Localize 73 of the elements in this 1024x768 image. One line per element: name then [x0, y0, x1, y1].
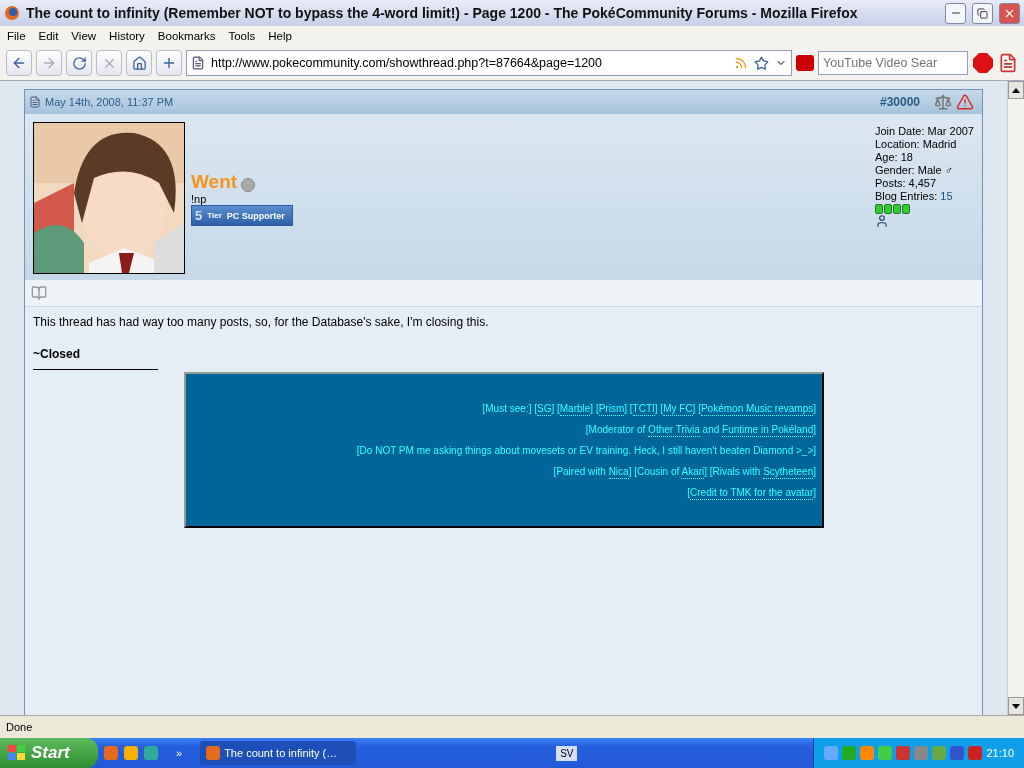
- windows-logo-icon: [8, 745, 26, 761]
- post-number[interactable]: #30000: [879, 95, 920, 109]
- post-icon: [29, 96, 41, 108]
- signature-line: [Must see:] [SG] [Marble] [Prism] [TCTI] [My FC] [Pokémon Music revamps]: [482, 402, 816, 414]
- tray-icon[interactable]: [896, 746, 911, 760]
- tray-icon[interactable]: [968, 746, 983, 760]
- forward-arrow-icon: [41, 55, 57, 71]
- start-button[interactable]: Start: [0, 738, 98, 768]
- menu-item[interactable]: File: [2, 30, 34, 42]
- user-title: !np: [191, 193, 207, 205]
- menu-item[interactable]: View: [66, 30, 105, 42]
- menu-item[interactable]: Tools: [223, 30, 264, 42]
- close-button[interactable]: [999, 2, 1020, 24]
- home-button[interactable]: [126, 50, 152, 76]
- user-info: Posts: 4,457: [874, 177, 938, 190]
- signature-link[interactable]: Other Trivia: [648, 423, 700, 437]
- closing-text: ~Closed: [33, 347, 80, 361]
- down-arrow-icon[interactable]: [1012, 703, 1020, 709]
- reputation-meter: [874, 204, 910, 214]
- address-bar[interactable]: http://www.pokecommunity.com/showthread.php?t=87664&page=1200: [186, 50, 792, 76]
- stop-sign-icon[interactable]: [972, 52, 994, 74]
- reload-button[interactable]: [66, 50, 92, 76]
- rss-icon[interactable]: [734, 56, 748, 70]
- menu-item[interactable]: Bookmarks: [152, 30, 224, 42]
- page-icon: [191, 56, 205, 70]
- signature-line: [Paired with Nica] [Cousin of Akari] [Rivals with Scytheteen]: [553, 465, 816, 477]
- user-info: Blog Entries: 15: [874, 190, 954, 203]
- warning-icon[interactable]: [956, 93, 974, 111]
- overflow-button[interactable]: »: [176, 747, 183, 759]
- plus-icon: [161, 55, 177, 71]
- url-text: http://www.pokecommunity.com/showthread.php?t=87664&page=1200: [211, 56, 603, 70]
- back-button[interactable]: [6, 50, 32, 76]
- new-tab-button[interactable]: [156, 50, 182, 76]
- user-info: Gender: Male ♂: [874, 164, 954, 177]
- notepad-icon[interactable]: [998, 53, 1018, 73]
- tray-icon[interactable]: [914, 746, 929, 760]
- user-info: Location: Madrid: [874, 138, 958, 151]
- tray-icon[interactable]: [878, 746, 893, 760]
- reload-icon: [71, 55, 87, 71]
- person-icon: [874, 214, 889, 228]
- language-indicator[interactable]: SV: [556, 745, 578, 761]
- taskbar-button[interactable]: The count to infinity (…: [200, 741, 357, 765]
- scrollbar[interactable]: [1007, 81, 1024, 715]
- signature-line: [Do NOT PM me asking things about movesets or EV training. Heck, I still haven't beaten Diamond >_>]: [356, 444, 816, 456]
- book-icon: [31, 285, 47, 301]
- browser-logo-icon: [4, 5, 20, 21]
- signature-link[interactable]: My FC: [663, 402, 693, 416]
- restore-button[interactable]: [972, 2, 993, 24]
- signature-link[interactable]: Nica: [608, 465, 629, 479]
- scales-icon[interactable]: [934, 93, 952, 111]
- restore-icon: [977, 7, 988, 19]
- signature-line: [Credit to TMK for the avatar]: [687, 486, 816, 498]
- user-info: Join Date: Mar 2007: [874, 125, 974, 138]
- star-icon[interactable]: [754, 55, 769, 71]
- info-link[interactable]: 15: [940, 190, 953, 202]
- supporter-badge: 5 Tier PC Supporter: [191, 205, 293, 226]
- up-arrow-icon[interactable]: [1012, 87, 1020, 93]
- minimize-button[interactable]: [945, 2, 966, 24]
- tray-icon[interactable]: [824, 746, 839, 760]
- clock: 21:10: [986, 747, 1014, 759]
- signature-line: [Moderator of Other Trivia and Funtime in Pokéland]: [585, 423, 816, 435]
- post-date: May 14th, 2008, 11:37 PM: [45, 96, 175, 108]
- user-info: Age: 18: [874, 151, 914, 164]
- home-icon: [131, 55, 147, 71]
- post-message: This thread has had way too many posts, so, for the Database's sake, I'm closing this.: [33, 315, 489, 329]
- search-field[interactable]: YouTube Video Sear: [818, 51, 968, 75]
- menu-item[interactable]: History: [104, 30, 153, 42]
- menu-item[interactable]: Edit: [33, 30, 67, 42]
- tray-icon[interactable]: [860, 746, 875, 760]
- status-text: Done: [6, 721, 33, 733]
- window-title: The count to infinity (Remember NOT to bypass the 4-word limit!) - Page 1200 - The PokéCommunity Forums - Mozilla Firefox: [26, 5, 859, 21]
- tray-icon[interactable]: [950, 746, 965, 760]
- menu-item[interactable]: Help: [263, 30, 300, 42]
